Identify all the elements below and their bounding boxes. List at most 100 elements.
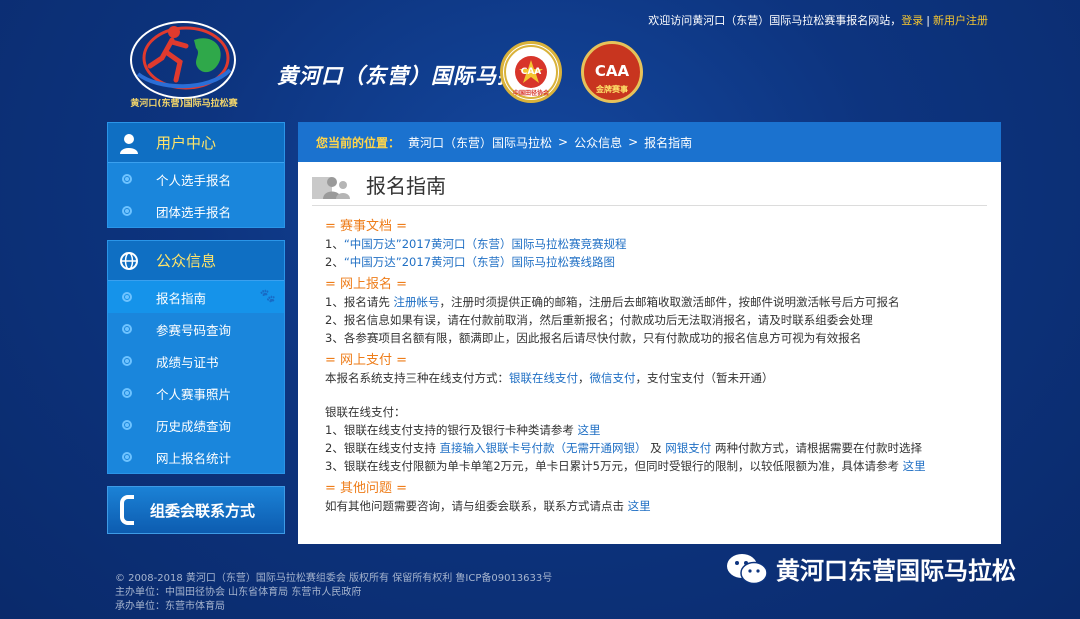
section-heading-docs: = 赛事文档 =: [325, 219, 408, 234]
contact-banner-label: 组委会联系方式: [150, 501, 256, 520]
text: 如有其他问题需要咨询，请与组委会联系，联系方式请点击: [325, 499, 628, 513]
supported-banks-link[interactable]: 这里: [577, 423, 600, 437]
breadcrumb-label: 您当前的位置：: [316, 135, 401, 150]
unionpay-line-1: 1、银联在线支付支持的银行及银行卡种类请参考 这里: [325, 421, 985, 439]
page-title: 报名指南: [366, 174, 446, 198]
sidebar-item-signup-stats[interactable]: 网上报名统计: [108, 441, 284, 473]
sidebar-item-label: 参赛号码查询: [156, 322, 232, 338]
bullet-icon: [122, 388, 132, 398]
breadcrumb-separator: >: [558, 135, 569, 149]
sidebar-item-label: 个人选手报名: [156, 172, 232, 188]
text: ，: [578, 371, 590, 385]
direct-card-pay-link[interactable]: 直接输入银联卡号付款（无需开通网银）: [439, 441, 646, 455]
bullet-icon: [122, 174, 132, 184]
sidebar-item-bib-number-query[interactable]: 参赛号码查询: [108, 313, 284, 345]
sidebar-item-team-signup[interactable]: 团体选手报名: [108, 195, 284, 227]
online-line-3: 3、各参赛项目名额有限，额满即止，因此报名后请尽快付款，只有付款成功的报名信息方…: [325, 331, 862, 345]
section-heading-online-signup: = 网上报名 =: [325, 277, 408, 292]
contractor-line: 承办单位：东营市体育局: [115, 601, 225, 612]
sidebar-item-results-certificate[interactable]: 成绩与证书: [108, 345, 284, 377]
gold-race-seal-logo: CAA 金牌赛事: [581, 41, 643, 103]
sidebar-item-label: 团体选手报名: [156, 204, 232, 220]
bullet-icon: [122, 452, 132, 462]
user-center-panel: 用户中心 个人选手报名 团体选手报名: [107, 122, 285, 228]
welcome-text: 欢迎访问黄河口（东营）国际马拉松赛事报名网站，: [648, 14, 902, 27]
text: 1、报名请先: [325, 295, 394, 309]
bullet-icon: [122, 292, 132, 302]
doc-link-route-map[interactable]: “中国万达”2017黄河口（东营）国际马拉松赛线路图: [344, 255, 615, 269]
unionpay-link[interactable]: 银联在线支付: [509, 371, 578, 385]
breadcrumb-public-info[interactable]: 公众信息: [574, 134, 622, 151]
wechat-account-name: 黄河口东营国际马拉松: [776, 557, 1016, 585]
bullet-icon: [122, 206, 132, 216]
text: 3、银联在线支付限额为单卡单笔2万元，单卡日累计5万元，但同时受银行的限制，以较…: [325, 459, 903, 473]
online-banking-link[interactable]: 网银支付: [665, 441, 711, 455]
sidebar: 用户中心 个人选手报名 团体选手报名 公众信息 报名指南 🐾 参赛号码查询 成绩…: [107, 122, 285, 534]
other-line: 如有其他问题需要咨询，请与组委会联系，联系方式请点击 这里: [325, 497, 985, 515]
site-footer: © 2008-2018 黄河口（东营）国际马拉松赛组委会 版权所有 保留所有权利…: [115, 572, 552, 614]
breadcrumb: 您当前的位置： 黄河口（东营）国际马拉松 > 公众信息 > 报名指南: [298, 122, 1001, 162]
public-info-title: 公众信息: [156, 252, 217, 270]
gold-seal-mark: CAA: [594, 62, 630, 80]
sidebar-item-history-results[interactable]: 历史成绩查询: [108, 409, 284, 441]
phone-icon: [120, 495, 134, 525]
wechat-icon: [727, 553, 768, 584]
breadcrumb-home[interactable]: 黄河口（东营）国际马拉松: [408, 134, 552, 151]
online-line-2: 2、报名信息如果有误，请在付款前取消，然后重新报名；付款成功后无法取消报名，请及…: [325, 313, 873, 327]
breadcrumb-separator: >: [628, 135, 639, 149]
section-heading-online-payment: = 网上支付 =: [325, 353, 408, 368]
page-heading: 报名指南: [312, 172, 987, 206]
public-info-panel: 公众信息 报名指南 🐾 参赛号码查询 成绩与证书 个人赛事照片 历史成绩查询 网…: [107, 240, 285, 474]
register-link[interactable]: 新用户注册: [933, 14, 988, 27]
register-account-link[interactable]: 注册帐号: [393, 295, 439, 309]
users-group-icon: [312, 177, 350, 199]
sidebar-item-label: 成绩与证书: [156, 354, 219, 370]
wechat-pay-link[interactable]: 微信支付: [590, 371, 636, 385]
text: 两种付款方式，请根据需要在付款时选择: [711, 441, 922, 455]
online-line-1: 1、报名请先 注册帐号，注册时须提供正确的邮箱，注册后去邮箱收取激活邮件，按邮件…: [325, 293, 985, 311]
text: ，注册时须提供正确的邮箱，注册后去邮箱收取激活邮件，按邮件说明激活帐号后方可报名: [439, 295, 900, 309]
contact-committee-button[interactable]: 组委会联系方式: [107, 486, 285, 534]
topbar-separator: |: [926, 14, 930, 27]
unionpay-line-2: 2、银联在线支付支持 直接输入银联卡号付款（无需开通网银） 及 网银支付 两种付…: [325, 439, 985, 457]
guide-content: = 赛事文档 = 1、“中国万达”2017黄河口（东营）国际马拉松赛竞赛规程 2…: [325, 218, 985, 515]
bullet-icon: [122, 356, 132, 366]
caa-seal-text: 中国田径协会: [512, 90, 549, 97]
text: 1、银联在线支付支持的银行及银行卡种类请参考: [325, 423, 578, 437]
text: 本报名系统支持三种在线支付方式：: [325, 371, 509, 385]
doc-link-rules[interactable]: “中国万达”2017黄河口（东营）国际马拉松赛竞赛规程: [344, 237, 627, 251]
public-info-header: 公众信息: [108, 241, 284, 281]
user-center-title: 用户中心: [156, 134, 217, 152]
text: 2、银联在线支付支持: [325, 441, 440, 455]
caa-seal-mark: CAA: [520, 67, 542, 77]
unionpay-title: 银联在线支付：: [325, 405, 406, 419]
caa-seal-logo: CAA 中国田径协会: [500, 41, 562, 103]
top-welcome-bar: 欢迎访问黄河口（东营）国际马拉松赛事报名网站，登录 | 新用户注册: [648, 12, 988, 28]
payment-intro: 本报名系统支持三种在线支付方式：银联在线支付，微信支付，支付宝支付（暂未开通）: [325, 369, 985, 387]
doc-line-1: 1、“中国万达”2017黄河口（东营）国际马拉松赛竞赛规程: [325, 235, 985, 253]
contact-info-link[interactable]: 这里: [628, 499, 651, 513]
wechat-watermark: 黄河口东营国际马拉松: [726, 551, 1016, 586]
copyright-line: © 2008-2018 黄河口（东营）国际马拉松赛组委会 版权所有 保留所有权利…: [115, 573, 553, 584]
sidebar-item-label: 个人赛事照片: [156, 386, 232, 402]
user-center-header: 用户中心: [108, 123, 284, 163]
sidebar-item-individual-signup[interactable]: 个人选手报名: [108, 163, 284, 195]
section-heading-other: = 其他问题 =: [325, 481, 408, 496]
bullet-icon: [122, 324, 132, 334]
sidebar-item-race-photos[interactable]: 个人赛事照片: [108, 377, 284, 409]
text: 及: [646, 441, 666, 455]
breadcrumb-current: 报名指南: [644, 135, 693, 150]
gold-seal-text: 金牌赛事: [596, 85, 628, 94]
sidebar-item-label: 网上报名统计: [156, 450, 232, 466]
text: ，支付宝支付（暂未开通）: [635, 371, 774, 385]
limit-details-link[interactable]: 这里: [903, 459, 926, 473]
login-link[interactable]: 登录: [901, 14, 923, 27]
doc-prefix: 1、: [325, 237, 344, 251]
doc-prefix: 2、: [325, 255, 344, 269]
sidebar-item-label: 报名指南: [156, 290, 207, 306]
paw-icon: 🐾: [259, 289, 276, 304]
main-content-panel: 您当前的位置： 黄河口（东营）国际马拉松 > 公众信息 > 报名指南 报名指南 …: [298, 122, 1001, 544]
organizer-line: 主办单位：中国田径协会 山东省体育局 东营市人民政府: [115, 587, 362, 598]
sidebar-item-signup-guide[interactable]: 报名指南 🐾: [108, 281, 284, 313]
